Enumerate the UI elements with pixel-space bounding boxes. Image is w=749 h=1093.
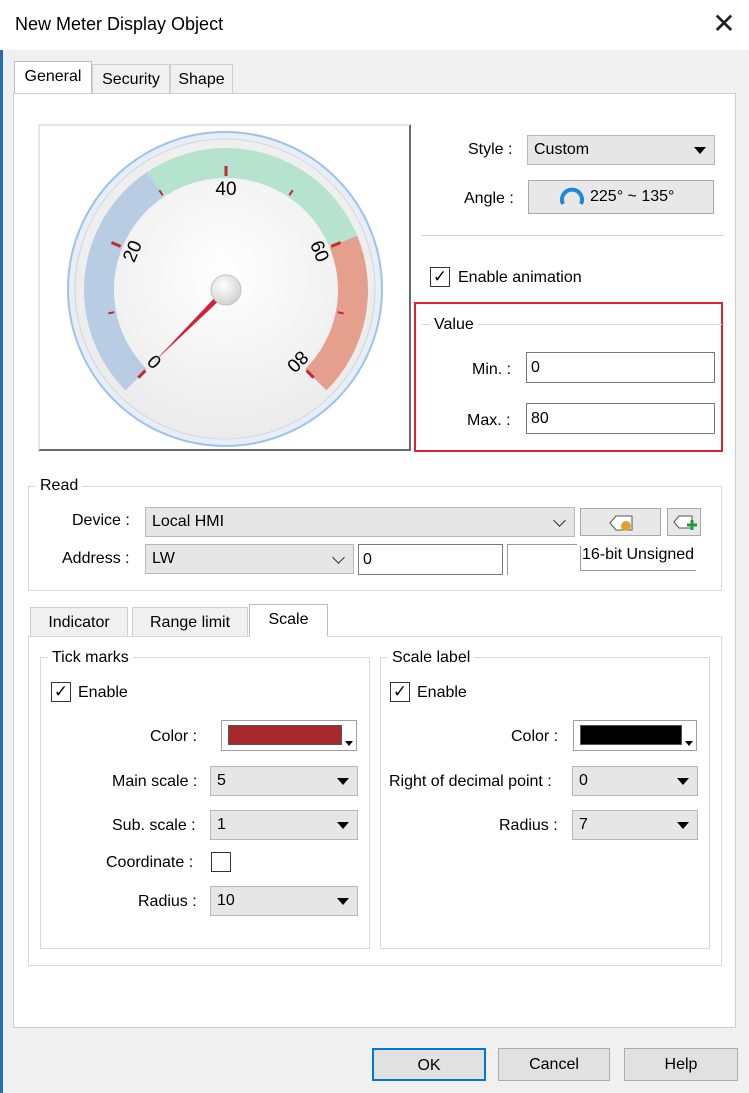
label-radius-value: 7 [579, 816, 588, 833]
decimal-label: Right of decimal point : [389, 773, 552, 790]
tab-join [250, 630, 327, 638]
cancel-button[interactable]: Cancel [498, 1048, 610, 1081]
label-color-picker[interactable] [573, 720, 697, 751]
min-label: Min. : [472, 361, 512, 378]
max-label: Max. : [467, 412, 511, 429]
label-enable-label: Enable [417, 684, 467, 701]
angle-value: 225° ~ 135° [590, 188, 675, 205]
tick-marks-title: Tick marks [48, 649, 133, 667]
ok-button[interactable]: OK [372, 1048, 486, 1081]
device-settings-button[interactable] [580, 508, 661, 536]
device-dropdown[interactable]: Local HMI [145, 507, 575, 537]
chevron-down-icon [553, 514, 566, 527]
add-tag-button[interactable] [667, 508, 701, 536]
tick-color-label: Color : [150, 728, 198, 745]
tag-icon [609, 515, 633, 531]
angle-arc-icon [560, 187, 584, 205]
meter-preview: 0 20 40 60 80 [38, 124, 411, 451]
tick-enable-label: Enable [78, 684, 128, 701]
min-input[interactable]: 0 [526, 352, 715, 383]
tab-indicator[interactable]: Indicator [30, 607, 128, 637]
chevron-down-icon [694, 147, 706, 154]
tick-radius-dropdown[interactable]: 10 [210, 886, 358, 916]
device-label: Device : [72, 512, 130, 529]
help-button[interactable]: Help [624, 1048, 738, 1081]
style-label: Style : [468, 141, 513, 158]
tab-range-limit[interactable]: Range limit [132, 607, 248, 637]
tab-general[interactable]: General [14, 61, 92, 94]
style-dropdown[interactable]: Custom [527, 135, 715, 165]
address-label: Address : [62, 550, 130, 567]
enable-animation-checkbox[interactable]: ✓ [430, 267, 450, 287]
chevron-down-icon [345, 741, 353, 746]
meter-gauge: 020406080 [67, 131, 383, 447]
sub-scale-label: Sub. scale : [112, 817, 196, 834]
chevron-down-icon [337, 822, 349, 829]
main-scale-dropdown[interactable]: 5 [210, 766, 358, 796]
window-title: New Meter Display Object [15, 14, 224, 34]
address-suffix-field[interactable] [507, 544, 577, 575]
angle-button[interactable]: 225° ~ 135° [528, 180, 714, 214]
read-group-title: Read [36, 477, 83, 495]
address-input[interactable]: 0 [358, 544, 503, 575]
window-edge [0, 0, 3, 1093]
scale-label-title: Scale label [388, 649, 475, 667]
decimal-dropdown[interactable]: 0 [572, 766, 698, 796]
address-type-value: LW [152, 550, 175, 567]
chevron-down-icon [685, 741, 693, 746]
label-radius-label: Radius : [499, 817, 558, 834]
label-color-label: Color : [511, 728, 559, 745]
tab-security[interactable]: Security [92, 64, 170, 94]
value-group-title: Value [430, 316, 478, 334]
tick-enable-checkbox[interactable]: ✓ [51, 682, 71, 702]
angle-label: Angle : [464, 190, 514, 207]
style-value: Custom [534, 141, 590, 158]
chevron-down-icon [677, 778, 689, 785]
read-group [28, 486, 722, 591]
tick-color-swatch [228, 725, 342, 745]
device-value: Local HMI [152, 513, 225, 530]
meter-scale-label: 40 [215, 179, 236, 200]
coordinate-label: Coordinate : [106, 854, 194, 871]
enable-animation-label: Enable animation [458, 269, 582, 286]
main-scale-label: Main scale : [112, 773, 198, 790]
sub-scale-dropdown[interactable]: 1 [210, 810, 358, 840]
chevron-down-icon [337, 778, 349, 785]
coordinate-checkbox[interactable] [211, 852, 231, 872]
address-type-dropdown[interactable]: LW [145, 544, 354, 574]
tab-shape[interactable]: Shape [170, 64, 233, 94]
label-radius-dropdown[interactable]: 7 [572, 810, 698, 840]
meter-tick [337, 311, 344, 315]
main-scale-value: 5 [217, 772, 226, 789]
tick-radius-value: 10 [217, 892, 235, 909]
sub-scale-value: 1 [217, 816, 226, 833]
tick-radius-label: Radius : [138, 893, 197, 910]
data-format-label: 16-bit Unsigned [580, 546, 697, 571]
add-tag-icon [673, 515, 697, 530]
chevron-down-icon [677, 822, 689, 829]
chevron-down-icon [332, 551, 345, 564]
max-input[interactable]: 80 [526, 403, 715, 434]
close-icon[interactable]: ✕ [708, 8, 740, 40]
label-color-swatch [580, 725, 682, 745]
tick-color-picker[interactable] [221, 720, 357, 751]
decimal-value: 0 [579, 772, 588, 789]
divider [422, 235, 724, 236]
meter-tick [108, 311, 115, 315]
needle-hub [210, 274, 242, 306]
chevron-down-icon [337, 898, 349, 905]
label-enable-checkbox[interactable]: ✓ [390, 682, 410, 702]
